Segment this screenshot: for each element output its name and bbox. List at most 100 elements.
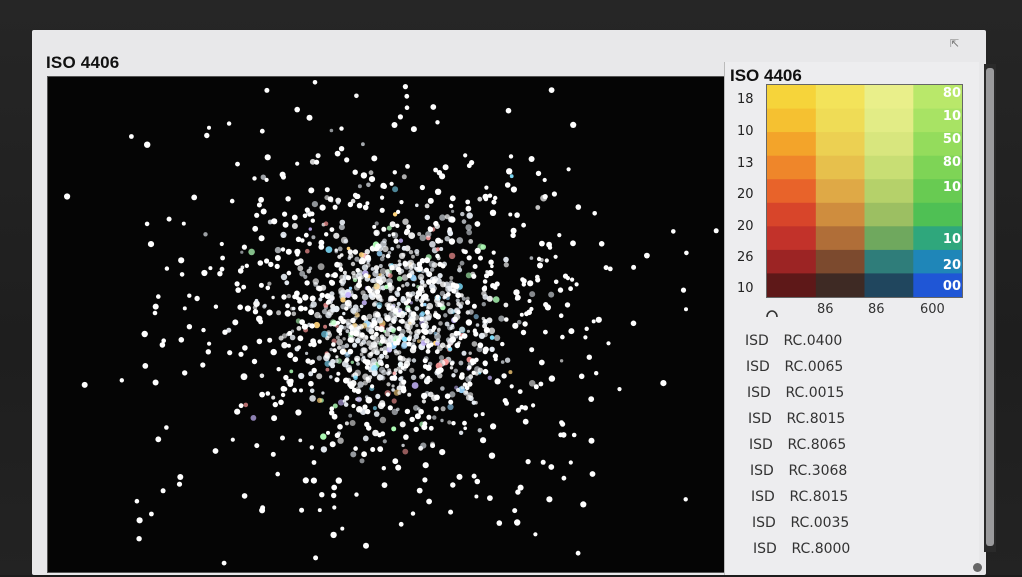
particle-dot bbox=[285, 248, 292, 255]
particle-dot bbox=[149, 511, 154, 517]
particle-dot bbox=[298, 305, 304, 312]
particle-dot bbox=[309, 323, 315, 329]
particle-dot bbox=[310, 338, 316, 345]
particle-dot bbox=[473, 314, 479, 320]
particle-dot bbox=[270, 348, 277, 356]
particle-dot bbox=[317, 339, 322, 344]
particle-dot bbox=[630, 320, 637, 327]
particle-dot bbox=[449, 366, 454, 370]
particle-dot bbox=[338, 315, 344, 322]
particle-dot bbox=[365, 396, 373, 404]
particle-dot bbox=[364, 365, 370, 370]
particle-dot bbox=[548, 375, 556, 382]
particle-dot bbox=[396, 301, 401, 306]
particle-dot bbox=[401, 379, 407, 385]
particle-dot bbox=[660, 380, 667, 387]
particle-dot bbox=[483, 319, 488, 324]
particle-dot bbox=[368, 170, 374, 176]
particle-dot bbox=[684, 307, 688, 312]
particle-dot bbox=[430, 287, 436, 294]
particle-dot bbox=[525, 459, 531, 465]
list-item[interactable]: ISD RC.0065 bbox=[745, 356, 975, 382]
particle-dot bbox=[478, 332, 485, 339]
particle-dot bbox=[411, 283, 416, 287]
close-icon[interactable]: ⇱ bbox=[950, 37, 964, 51]
particle-dot bbox=[323, 221, 329, 226]
particle-dot bbox=[299, 388, 303, 393]
particle-dot bbox=[617, 387, 622, 392]
particle-dot bbox=[404, 93, 410, 99]
particle-dot bbox=[474, 247, 481, 254]
particle-dot bbox=[370, 384, 375, 389]
scale-cell bbox=[864, 132, 914, 157]
list-item[interactable]: ISD RC.8000 bbox=[745, 538, 975, 564]
particle-dot bbox=[241, 493, 248, 499]
particle-dot bbox=[430, 267, 435, 272]
particle-dot bbox=[456, 301, 461, 306]
particle-dot bbox=[449, 216, 456, 223]
particle-dot bbox=[344, 421, 349, 426]
particle-dot bbox=[305, 248, 310, 254]
particle-dot bbox=[264, 258, 270, 264]
particle-dot bbox=[359, 352, 364, 357]
list-item[interactable]: ISD RC.0015 bbox=[745, 382, 975, 408]
particle-dot bbox=[433, 312, 439, 319]
particle-dot bbox=[356, 202, 363, 209]
particle-dot bbox=[205, 349, 211, 355]
particle-dot bbox=[377, 356, 383, 362]
particle-dot bbox=[343, 239, 349, 244]
particle-dot bbox=[234, 281, 240, 287]
code-prefix: ISD bbox=[749, 437, 773, 453]
list-item[interactable]: ISD RC.8015 bbox=[745, 408, 975, 434]
particle-dot bbox=[363, 542, 369, 549]
particle-dot bbox=[360, 290, 366, 296]
particle-dot bbox=[304, 280, 310, 286]
particle-dot bbox=[456, 473, 463, 480]
particle-dot bbox=[271, 415, 278, 422]
particle-dot bbox=[296, 326, 302, 331]
particle-dot bbox=[329, 227, 335, 233]
particle-dot bbox=[450, 482, 456, 488]
particle-dot bbox=[254, 298, 259, 303]
particle-dot bbox=[458, 360, 464, 366]
particle-dot bbox=[435, 294, 440, 299]
arc-icon[interactable] bbox=[765, 306, 779, 318]
particle-dot bbox=[351, 387, 357, 393]
particle-dot bbox=[433, 406, 439, 412]
scrollbar-thumb[interactable] bbox=[986, 68, 994, 546]
scale-y-label: 20 bbox=[737, 187, 754, 202]
particle-dot bbox=[385, 316, 391, 322]
particle-dot bbox=[471, 400, 476, 405]
particle-dot bbox=[520, 329, 527, 336]
particle-dot bbox=[388, 347, 393, 352]
particle-dot bbox=[437, 261, 443, 267]
particle-dot bbox=[344, 157, 350, 163]
list-item[interactable]: ISD RC.0035 bbox=[745, 512, 975, 538]
particle-dot bbox=[498, 315, 505, 322]
particle-dot bbox=[434, 394, 440, 401]
particle-dot bbox=[568, 460, 573, 465]
particle-dot bbox=[391, 384, 395, 388]
list-item[interactable]: ISD RC.0400 bbox=[745, 330, 975, 356]
list-item[interactable]: ISD RC.8015 bbox=[745, 486, 975, 512]
particle-dot bbox=[542, 194, 548, 200]
particle-dot bbox=[276, 367, 281, 372]
particle-dot bbox=[152, 379, 159, 386]
list-item[interactable]: ISD RC.3068 bbox=[745, 460, 975, 486]
particle-dot bbox=[644, 252, 650, 259]
particle-dot bbox=[468, 309, 474, 315]
particle-dot bbox=[395, 464, 402, 471]
list-item[interactable]: ISD RC.8065 bbox=[745, 434, 975, 460]
particle-dot bbox=[444, 214, 450, 220]
particle-dot bbox=[377, 373, 382, 378]
particle-dot bbox=[500, 360, 505, 364]
side-panel-scrollbar[interactable] bbox=[984, 64, 996, 552]
particle-dot bbox=[305, 358, 311, 364]
particle-dot bbox=[536, 256, 542, 262]
particle-dot bbox=[438, 355, 445, 361]
particle-dot bbox=[379, 347, 384, 352]
particle-dot bbox=[408, 265, 414, 270]
particle-dot bbox=[324, 232, 329, 237]
particle-dot bbox=[287, 330, 293, 336]
scale-cell bbox=[767, 179, 817, 204]
